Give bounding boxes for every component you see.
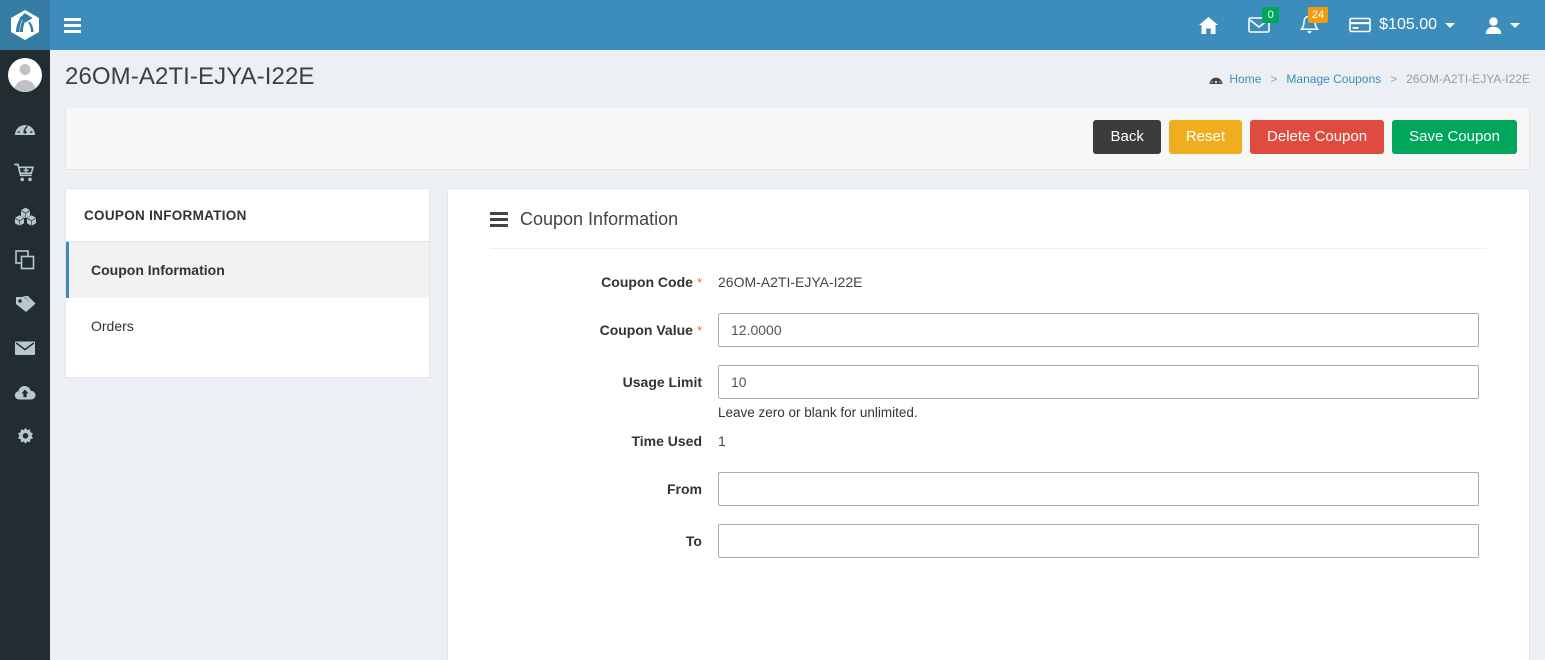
breadcrumb-manage-coupons[interactable]: Manage Coupons <box>1286 72 1381 86</box>
reset-button[interactable]: Reset <box>1168 120 1243 154</box>
required-asterisk: * <box>696 275 702 290</box>
coupon-value-label: Coupon Value * <box>448 313 718 338</box>
field-row-time-used: Time Used 1 <box>448 424 1529 468</box>
app-logo[interactable] <box>0 0 50 50</box>
sidebar-item-coupons[interactable] <box>0 282 50 326</box>
sidebar-item-pages[interactable] <box>0 238 50 282</box>
coupon-nav-panel: COUPON INFORMATION Coupon Information Or… <box>65 188 430 378</box>
label-text: Coupon Value <box>599 322 693 338</box>
left-sidebar <box>0 50 50 660</box>
coupon-value-input[interactable] <box>718 313 1479 347</box>
sidebar-item-products[interactable] <box>0 194 50 238</box>
breadcrumb-home[interactable]: Home <box>1229 72 1261 86</box>
label-text: Usage Limit <box>622 374 702 390</box>
field-row-coupon-code: Coupon Code * 26OM-A2TI-EJYA-I22E <box>448 265 1529 309</box>
field-row-from: From <box>448 472 1529 520</box>
save-coupon-button[interactable]: Save Coupon <box>1392 120 1517 154</box>
coupon-form: Coupon Code * 26OM-A2TI-EJYA-I22E Coupon … <box>448 249 1529 572</box>
panel-header: Coupon Information <box>448 189 1529 230</box>
time-used-label: Time Used <box>448 424 718 449</box>
avatar-body <box>14 80 36 92</box>
to-label: To <box>448 524 718 549</box>
bars-icon <box>490 212 508 227</box>
content-header: 26OM-A2TI-EJYA-I22E Home > Manage Coupon… <box>50 50 1545 107</box>
credit-card-icon <box>1349 17 1371 33</box>
leaf-stack-logo-icon <box>11 10 39 40</box>
panel-title: Coupon Information <box>520 209 679 229</box>
user-menu-button[interactable] <box>1470 0 1535 50</box>
usage-limit-label: Usage Limit <box>448 365 718 390</box>
to-date-input[interactable] <box>718 524 1479 558</box>
home-button[interactable] <box>1184 0 1233 50</box>
chevron-down-icon <box>1445 22 1455 28</box>
cubes-icon <box>14 207 36 226</box>
label-text: Time Used <box>631 433 702 449</box>
envelope-icon <box>15 341 35 355</box>
dashboard-icon <box>1209 74 1223 85</box>
notifications-button[interactable]: 24 <box>1285 0 1334 50</box>
dashboard-icon <box>15 125 35 135</box>
breadcrumb-separator: > <box>1270 72 1278 86</box>
label-text: From <box>667 481 702 497</box>
required-asterisk: * <box>696 323 702 338</box>
user-avatar[interactable] <box>8 58 42 92</box>
sidebar-item-settings[interactable] <box>0 414 50 458</box>
nav-item-coupon-information[interactable]: Coupon Information <box>66 242 429 298</box>
page-title: 26OM-A2TI-EJYA-I22E <box>65 63 315 90</box>
nav-item-label: Orders <box>91 318 134 334</box>
notifications-badge: 24 <box>1307 7 1329 23</box>
cloud-upload-icon <box>14 385 36 399</box>
action-toolbar: Back Reset Delete Coupon Save Coupon <box>65 108 1530 170</box>
from-date-input[interactable] <box>718 472 1479 506</box>
label-text: To <box>685 533 702 549</box>
wallet-amount: $105.00 <box>1379 16 1437 33</box>
header-nav: 0 24 $105.00 <box>1184 0 1545 50</box>
coupon-code-value: 26OM-A2TI-EJYA-I22E <box>718 274 863 290</box>
nav-item-orders[interactable]: Orders <box>66 298 429 354</box>
time-used-value: 1 <box>718 433 726 449</box>
breadcrumb-current: 26OM-A2TI-EJYA-I22E <box>1406 72 1530 86</box>
field-row-coupon-value: Coupon Value * <box>448 313 1529 361</box>
field-row-usage-limit: Usage Limit Leave zero or blank for unli… <box>448 365 1529 420</box>
messages-button[interactable]: 0 <box>1233 0 1285 50</box>
coupon-information-panel: Coupon Information Coupon Code * 26OM-A2T… <box>447 188 1530 660</box>
clone-icon <box>15 250 35 270</box>
back-button[interactable]: Back <box>1093 120 1161 154</box>
hamburger-icon <box>64 17 81 33</box>
sidebar-item-orders[interactable] <box>0 150 50 194</box>
user-icon <box>1485 16 1502 34</box>
cart-icon <box>14 163 35 181</box>
coupon-nav-title: COUPON INFORMATION <box>66 189 429 242</box>
sidebar-item-dashboard[interactable] <box>0 106 50 150</box>
avatar-head <box>19 64 31 75</box>
chevron-down-icon <box>1510 22 1520 28</box>
sidebar-item-import[interactable] <box>0 370 50 414</box>
usage-limit-input[interactable] <box>718 365 1479 399</box>
sidebar-toggle-button[interactable] <box>50 0 100 50</box>
wallet-button[interactable]: $105.00 <box>1334 0 1470 50</box>
breadcrumb: Home > Manage Coupons > 26OM-A2TI-EJYA-I… <box>1209 72 1530 86</box>
coupon-code-label: Coupon Code * <box>448 265 718 290</box>
sidebar-item-mail[interactable] <box>0 326 50 370</box>
nav-item-label: Coupon Information <box>91 262 225 278</box>
messages-badge: 0 <box>1262 7 1280 23</box>
tags-icon <box>16 296 36 312</box>
from-label: From <box>448 472 718 497</box>
top-header-bar: 0 24 $105.00 <box>0 0 1545 50</box>
label-text: Coupon Code <box>601 274 693 290</box>
field-row-to: To <box>448 524 1529 572</box>
home-icon <box>1199 16 1219 34</box>
usage-limit-help-text: Leave zero or blank for unlimited. <box>718 405 918 420</box>
delete-coupon-button[interactable]: Delete Coupon <box>1250 120 1385 154</box>
breadcrumb-separator: > <box>1390 72 1398 86</box>
gear-icon <box>17 427 33 444</box>
